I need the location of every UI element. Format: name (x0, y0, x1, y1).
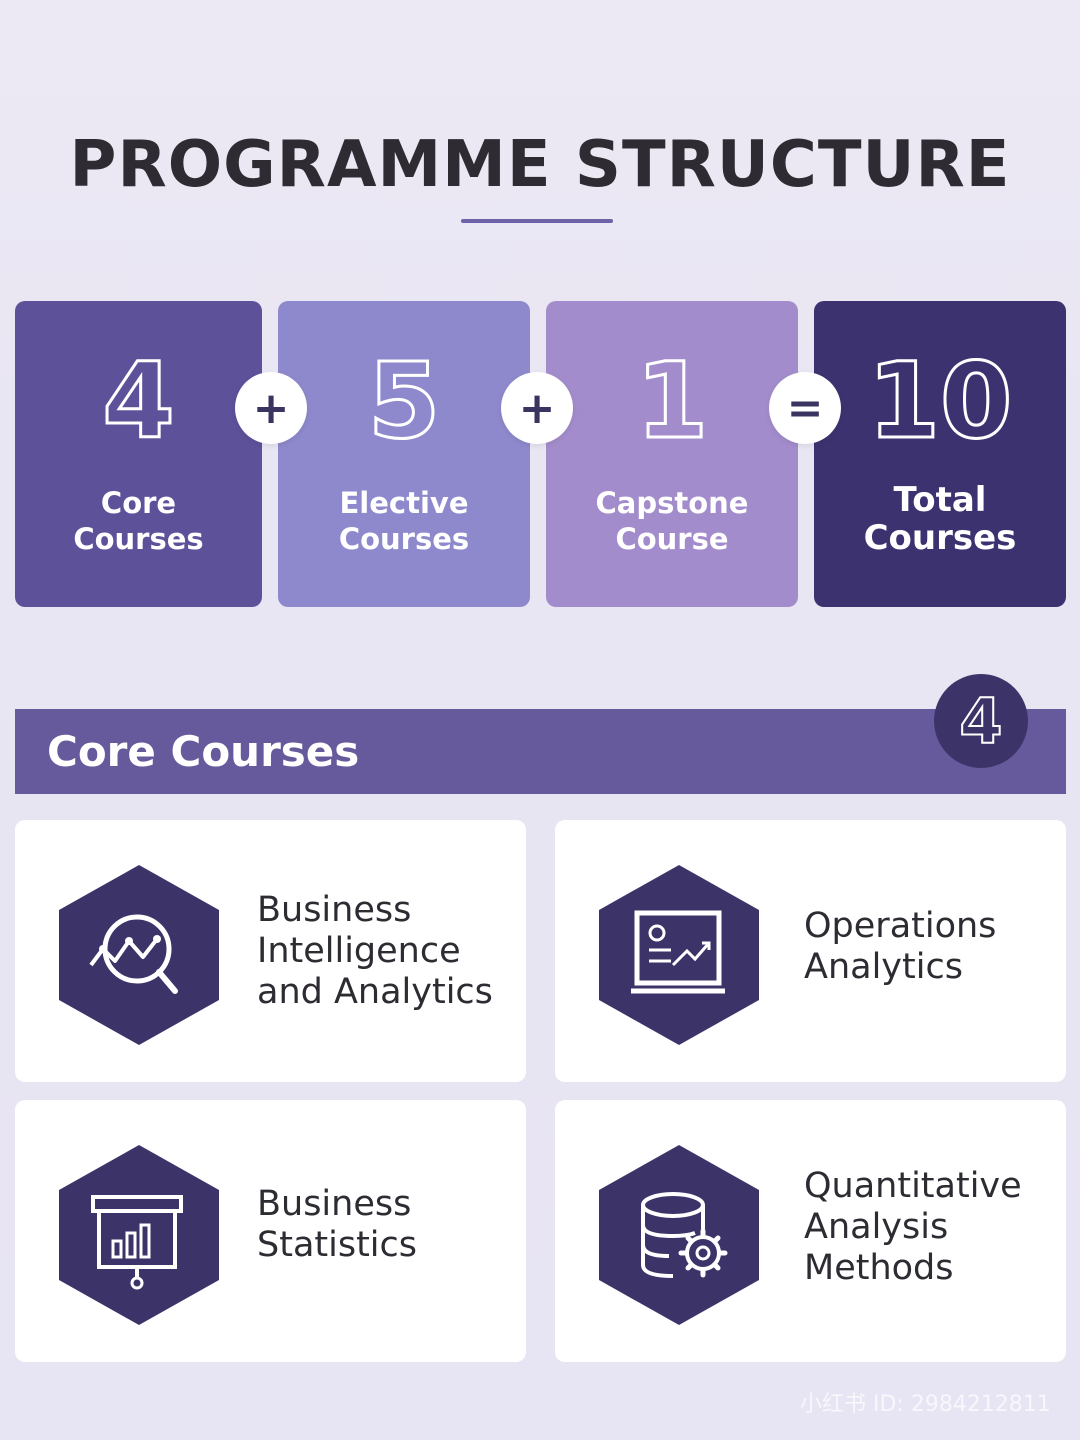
stat-number-core: 4 (101, 340, 176, 462)
stat-label-capstone: Capstone Course (595, 486, 749, 556)
bar-chart-board-icon (59, 1145, 219, 1325)
section-title: Core Courses (47, 727, 360, 776)
stat-label-total: Total Courses (863, 480, 1017, 558)
stat-card-elective: 5 Elective Courses (278, 301, 530, 607)
stat-label-core: Core Courses (73, 486, 204, 556)
section-header-core-courses: Core Courses (15, 709, 1066, 794)
database-gear-icon (599, 1145, 759, 1325)
equals-operator: = (769, 372, 841, 444)
stat-card-capstone: 1 Capstone Course (546, 301, 798, 607)
section-count-badge: 4 (934, 674, 1028, 768)
plus-operator-2: + (501, 372, 573, 444)
course-card: Operations Analytics (555, 820, 1066, 1082)
course-card: Business Intelligence and Analytics (15, 820, 526, 1082)
stat-card-total: 10 Total Courses (814, 301, 1066, 607)
course-card: Business Statistics (15, 1100, 526, 1362)
stat-number-elective: 5 (366, 340, 441, 462)
analytics-search-icon (59, 865, 219, 1045)
watermark: 小红书 ID: 2984212811 (800, 1392, 1051, 1417)
page-title: PROGRAMME STRUCTURE (69, 128, 1011, 202)
course-name: Quantitative Analysis Methods (804, 1166, 1022, 1288)
stat-number-total: 10 (866, 340, 1014, 462)
presentation-chart-icon (599, 865, 759, 1045)
course-name: Operations Analytics (804, 906, 997, 987)
plus-operator-1: + (235, 372, 307, 444)
stat-label-elective: Elective Courses (338, 486, 470, 556)
course-card: Quantitative Analysis Methods (555, 1100, 1066, 1362)
title-underline (461, 219, 613, 223)
stat-number-capstone: 1 (634, 340, 709, 462)
course-name: Business Intelligence and Analytics (257, 890, 493, 1012)
stat-card-core: 4 Core Courses (15, 301, 262, 607)
course-name: Business Statistics (257, 1184, 417, 1265)
